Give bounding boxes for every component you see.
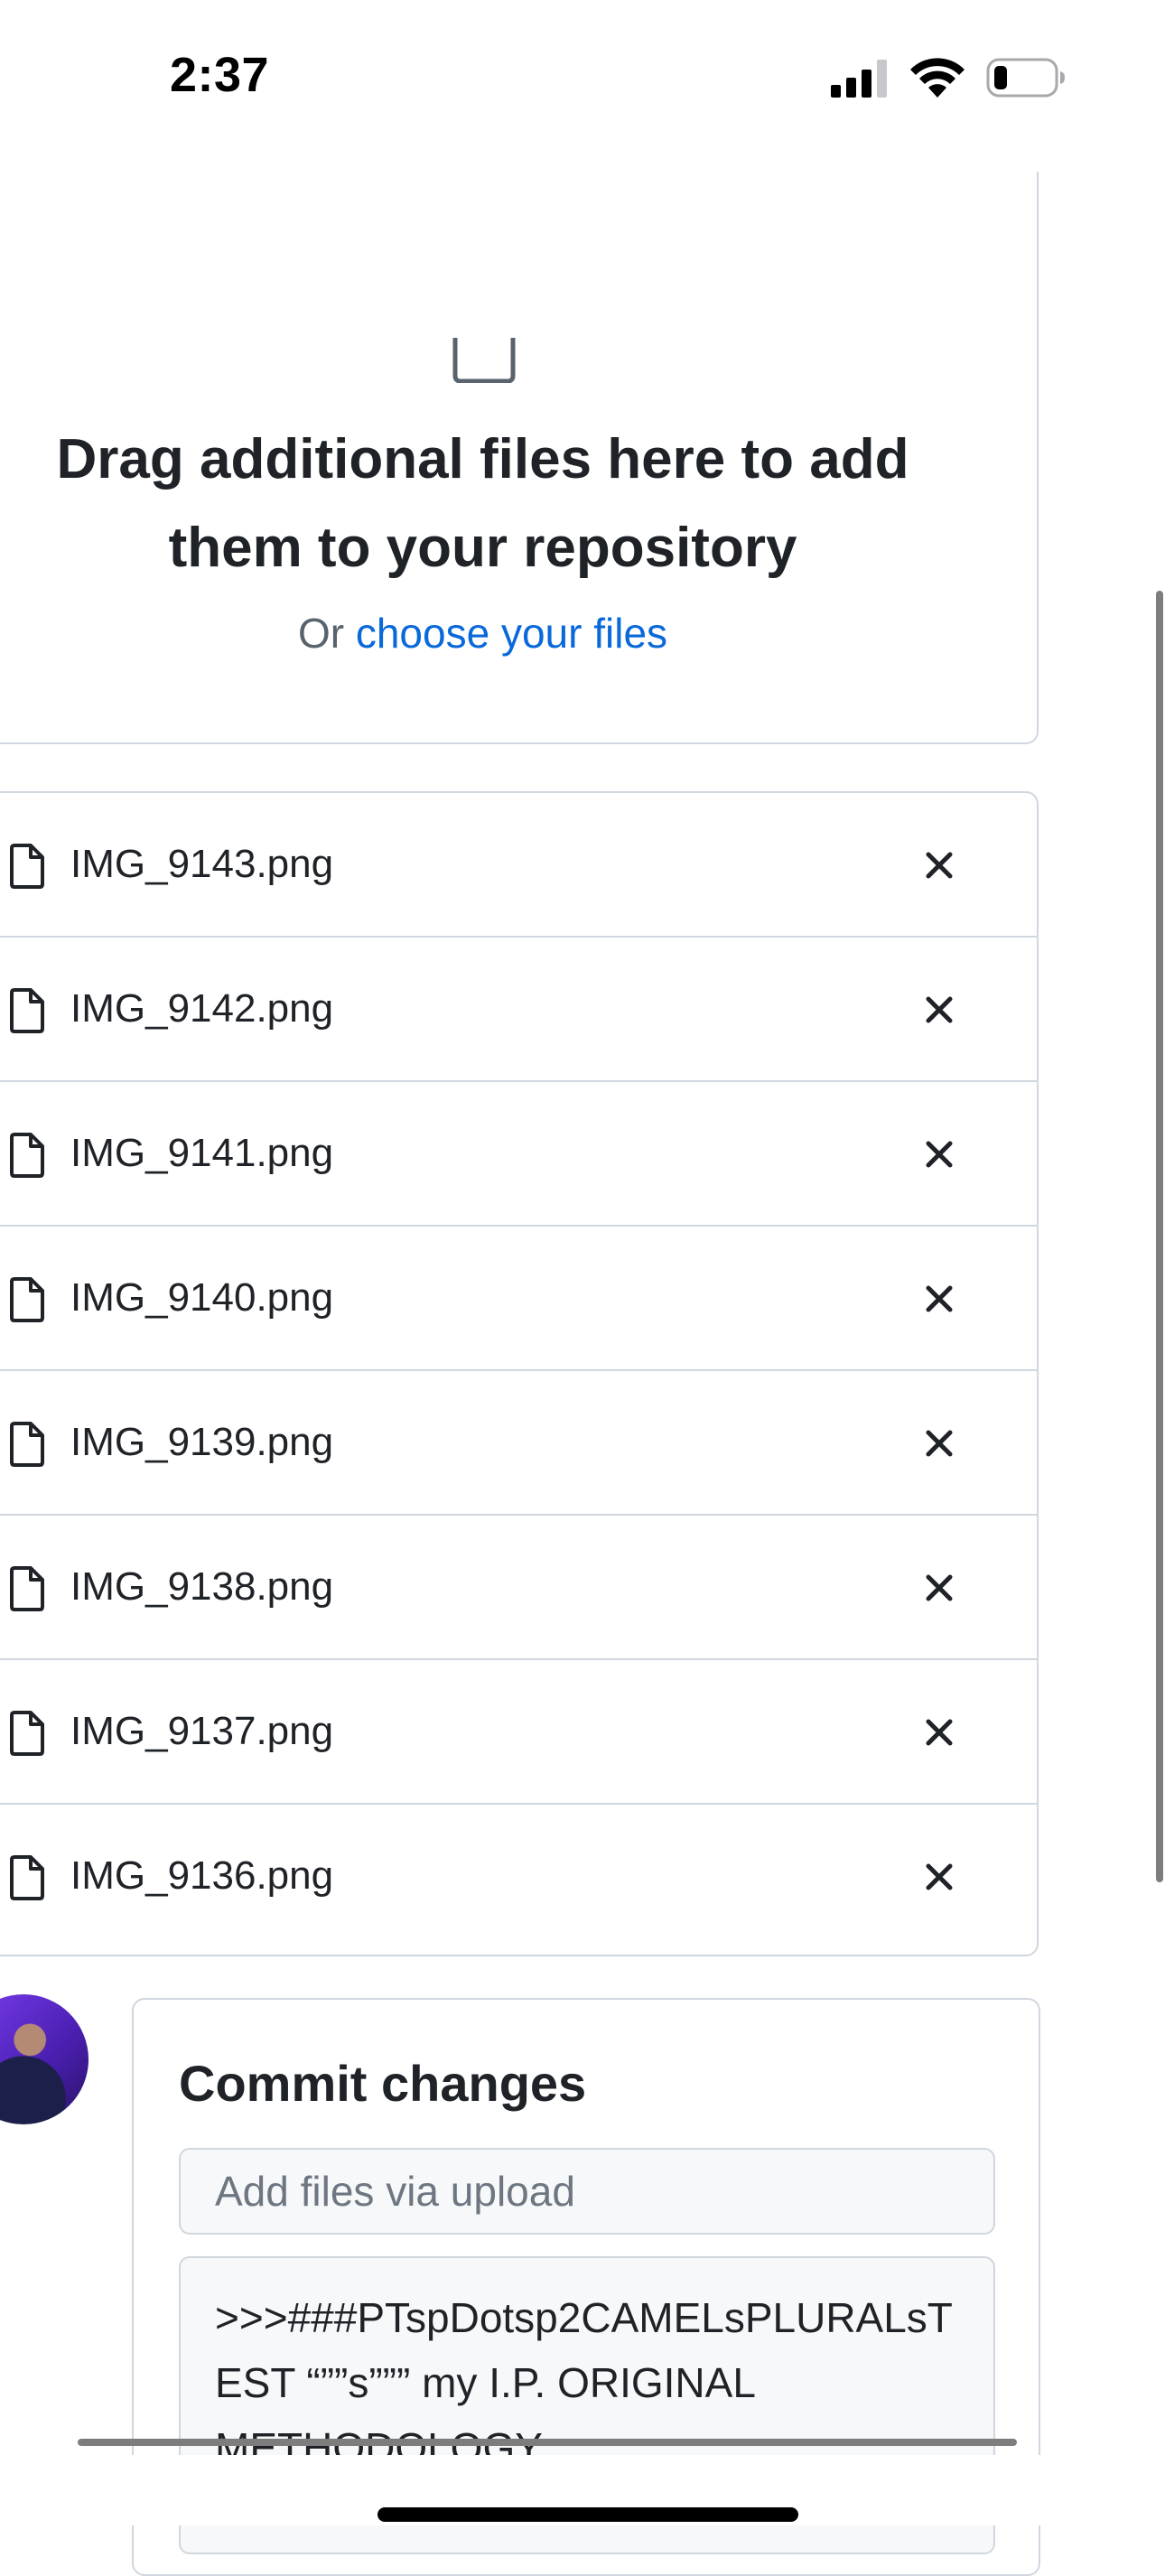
uploaded-file-list: IMG_9143.png IMG_9142.png IMG_9141.png I… [0, 791, 1039, 1956]
file-row: IMG_9142.png [0, 938, 1037, 1082]
remove-file-button[interactable] [918, 1566, 961, 1610]
choose-files-link[interactable]: choose your files [356, 610, 667, 657]
file-icon [10, 844, 44, 889]
drop-zone-or-text: Or [297, 610, 345, 657]
file-icon [10, 1855, 44, 1900]
drop-zone-subtitle: Or choose your files [38, 609, 927, 658]
file-icon [10, 1422, 44, 1467]
file-row: IMG_9139.png [0, 1371, 1037, 1516]
file-name: IMG_9141.png [70, 1131, 334, 1175]
file-icon [10, 1566, 44, 1611]
vertical-scrollbar[interactable] [1156, 591, 1163, 1882]
commit-summary-input[interactable] [179, 2148, 995, 2235]
file-name: IMG_9136.png [70, 1853, 334, 1898]
commit-title: Commit changes [179, 2055, 587, 2112]
remove-file-button[interactable] [918, 1422, 961, 1465]
file-name: IMG_9139.png [70, 1420, 334, 1464]
file-row: IMG_9137.png [0, 1660, 1037, 1805]
remove-file-button[interactable] [918, 1277, 961, 1321]
file-icon [10, 1711, 44, 1756]
status-time: 2:37 [170, 48, 270, 102]
remove-file-button[interactable] [918, 988, 961, 1031]
drop-zone-title: Drag additional files here to add them t… [56, 428, 909, 579]
remove-file-button[interactable] [918, 1855, 961, 1899]
avatar[interactable] [0, 1994, 89, 2124]
file-row: IMG_9141.png [0, 1082, 1037, 1227]
wifi-icon [910, 58, 965, 98]
file-icon [10, 1133, 44, 1178]
file-icon [10, 988, 44, 1033]
remove-file-button[interactable] [918, 844, 961, 887]
remove-file-button[interactable] [918, 1133, 961, 1176]
file-row: IMG_9138.png [0, 1516, 1037, 1660]
file-row: IMG_9136.png [0, 1805, 1037, 1949]
file-row: IMG_9140.png [0, 1227, 1037, 1371]
home-indicator[interactable] [377, 2507, 798, 2522]
file-name: IMG_9138.png [70, 1564, 334, 1609]
file-name: IMG_9140.png [70, 1275, 334, 1320]
file-row: IMG_9143.png [0, 793, 1037, 938]
cellular-signal-icon [831, 60, 887, 98]
file-name: IMG_9137.png [70, 1709, 334, 1753]
file-name: IMG_9143.png [70, 842, 334, 886]
file-name: IMG_9142.png [70, 986, 334, 1031]
file-drop-icon [452, 338, 516, 383]
remove-file-button[interactable] [918, 1711, 961, 1754]
status-bar: 2:37 [0, 0, 1165, 163]
file-icon [10, 1277, 44, 1322]
horizontal-scrollbar[interactable] [78, 2439, 1017, 2446]
battery-low-icon [986, 58, 1065, 98]
file-drop-zone[interactable]: Drag additional files here to add them t… [0, 172, 1039, 744]
